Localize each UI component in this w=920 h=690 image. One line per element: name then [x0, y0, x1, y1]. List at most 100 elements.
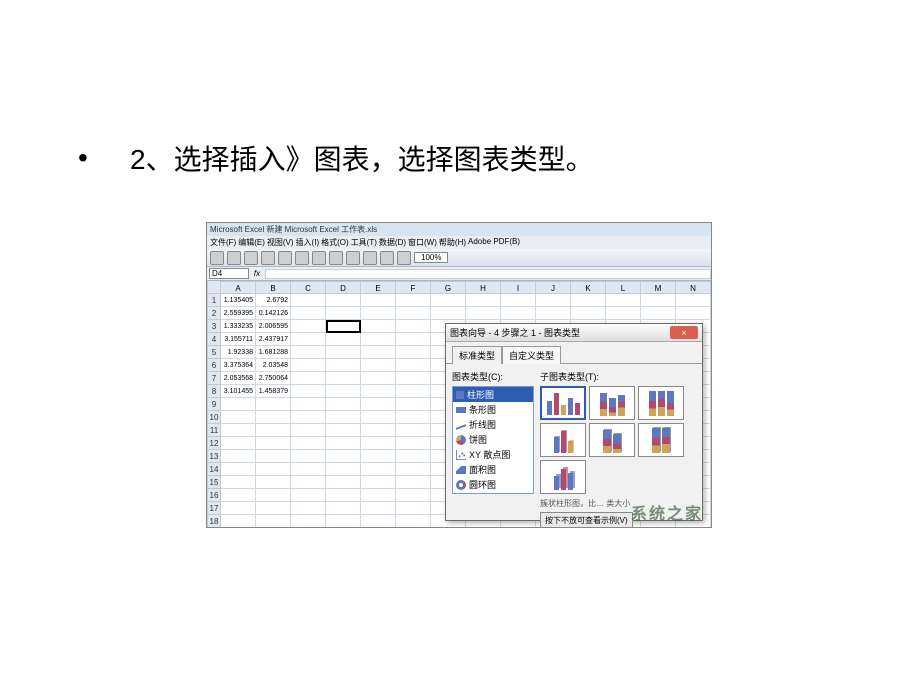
cell[interactable]: 2.006595 [256, 320, 291, 333]
toolbar-icon[interactable] [278, 251, 292, 265]
row-header[interactable]: 16 [207, 489, 221, 502]
cell[interactable] [221, 476, 256, 489]
cell[interactable] [326, 476, 361, 489]
toolbar-icon[interactable] [363, 251, 377, 265]
cell[interactable]: 2.6792 [256, 294, 291, 307]
cell[interactable]: 2.03548 [256, 359, 291, 372]
row-header[interactable]: 13 [207, 450, 221, 463]
menu-pdf[interactable]: Adobe PDF(B) [468, 237, 520, 248]
cell[interactable] [501, 294, 536, 307]
cell[interactable] [326, 489, 361, 502]
subtype-3d-100stacked[interactable] [638, 423, 684, 457]
cell[interactable] [256, 463, 291, 476]
cell[interactable] [326, 411, 361, 424]
cell[interactable] [326, 398, 361, 411]
cell[interactable] [641, 294, 676, 307]
col-header[interactable]: N [676, 281, 711, 294]
col-header[interactable]: B [256, 281, 291, 294]
cell[interactable] [291, 489, 326, 502]
cell[interactable] [326, 307, 361, 320]
cell[interactable] [571, 294, 606, 307]
col-header[interactable]: H [466, 281, 501, 294]
cell[interactable] [326, 385, 361, 398]
cell[interactable]: 1.458379 [256, 385, 291, 398]
cell[interactable] [396, 476, 431, 489]
cell[interactable] [361, 398, 396, 411]
name-box[interactable]: D4 [209, 268, 249, 279]
cell[interactable]: 2.750064 [256, 372, 291, 385]
cell[interactable] [396, 294, 431, 307]
cell[interactable] [291, 320, 326, 333]
cell[interactable] [606, 307, 641, 320]
cell[interactable] [221, 450, 256, 463]
cell[interactable] [396, 463, 431, 476]
cell[interactable] [291, 372, 326, 385]
chart-type-donut[interactable]: 圆环图 [453, 477, 533, 492]
row-header[interactable]: 6 [207, 359, 221, 372]
col-header[interactable]: L [606, 281, 641, 294]
menu-window[interactable]: 窗口(W) [408, 237, 437, 248]
cell[interactable] [221, 411, 256, 424]
col-header[interactable]: E [361, 281, 396, 294]
cell[interactable] [641, 307, 676, 320]
col-header[interactable]: M [641, 281, 676, 294]
menu-help[interactable]: 帮助(H) [439, 237, 466, 248]
col-header[interactable]: J [536, 281, 571, 294]
cell[interactable] [361, 411, 396, 424]
cell[interactable] [536, 294, 571, 307]
toolbar-icon[interactable] [261, 251, 275, 265]
row-header[interactable]: 10 [207, 411, 221, 424]
cell[interactable] [361, 476, 396, 489]
tab-standard[interactable]: 标准类型 [452, 346, 502, 364]
cell[interactable] [396, 502, 431, 515]
cell[interactable] [256, 450, 291, 463]
cell[interactable] [676, 307, 711, 320]
cell[interactable] [291, 424, 326, 437]
cell[interactable]: 1.135405 [221, 294, 256, 307]
cell[interactable] [396, 424, 431, 437]
chart-type-area[interactable]: 面积图 [453, 462, 533, 477]
cell[interactable] [326, 359, 361, 372]
col-header[interactable]: A [221, 281, 256, 294]
cell[interactable] [291, 437, 326, 450]
cell[interactable]: 2.053568 [221, 372, 256, 385]
row-header[interactable]: 7 [207, 372, 221, 385]
cell[interactable] [291, 359, 326, 372]
menu-tools[interactable]: 工具(T) [351, 237, 377, 248]
cell[interactable] [221, 489, 256, 502]
cell[interactable] [326, 294, 361, 307]
toolbar-icon[interactable] [329, 251, 343, 265]
cell[interactable]: 1.333235 [221, 320, 256, 333]
cell[interactable] [536, 307, 571, 320]
cell[interactable] [396, 320, 431, 333]
chart-type-column[interactable]: 柱形图 [453, 387, 533, 402]
cell[interactable] [676, 294, 711, 307]
cell[interactable] [431, 294, 466, 307]
cell[interactable] [361, 372, 396, 385]
cell[interactable] [221, 437, 256, 450]
cell[interactable] [571, 307, 606, 320]
cell[interactable] [326, 437, 361, 450]
chart-type-xy[interactable]: XY 散点图 [453, 447, 533, 462]
cell[interactable] [291, 450, 326, 463]
cell[interactable] [361, 437, 396, 450]
cell[interactable] [361, 502, 396, 515]
row-header[interactable]: 1 [207, 294, 221, 307]
formula-input[interactable] [265, 269, 711, 279]
chart-type-line[interactable]: 折线图 [453, 417, 533, 432]
cell[interactable] [396, 411, 431, 424]
cell[interactable] [221, 398, 256, 411]
cell[interactable] [256, 411, 291, 424]
cell[interactable]: 3.375364 [221, 359, 256, 372]
cell[interactable] [291, 346, 326, 359]
cell[interactable] [501, 307, 536, 320]
cell[interactable] [256, 515, 291, 528]
cell[interactable] [256, 398, 291, 411]
cell[interactable] [361, 307, 396, 320]
cell[interactable] [221, 515, 256, 528]
toolbar-icon[interactable] [312, 251, 326, 265]
row-header[interactable]: 5 [207, 346, 221, 359]
cell[interactable] [396, 437, 431, 450]
chart-type-list[interactable]: 柱形图 条形图 折线图 饼图 XY 散点图 面积图 圆环图 雷达图 曲面图 [452, 386, 534, 494]
cell[interactable] [326, 502, 361, 515]
